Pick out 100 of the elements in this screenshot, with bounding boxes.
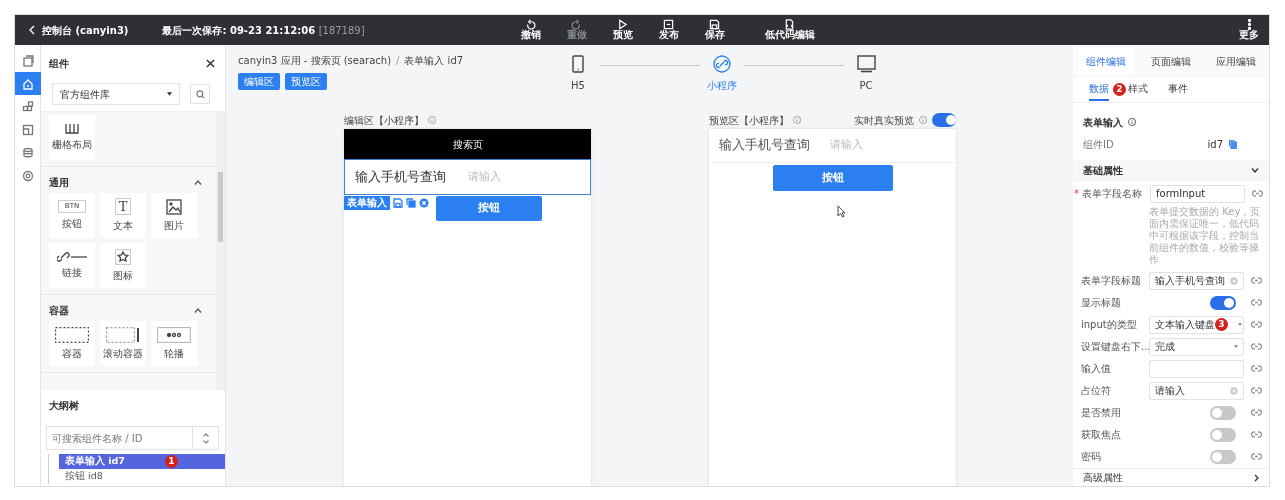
- document-icon: [784, 19, 796, 31]
- sub-tab[interactable]: 事件: [1168, 78, 1188, 102]
- section-header[interactable]: 基础属性: [1073, 159, 1269, 181]
- toggle-switch[interactable]: [1210, 449, 1236, 464]
- toggle-switch[interactable]: [932, 113, 956, 127]
- home-icon: [21, 77, 34, 90]
- component-title: 表单输入: [1083, 115, 1123, 130]
- toggle-switch[interactable]: [1210, 427, 1236, 442]
- input-field[interactable]: 请输入: [1149, 381, 1244, 400]
- mode-button[interactable]: 编辑区: [238, 73, 280, 90]
- component-tile[interactable]: 图标: [100, 243, 146, 288]
- selection-tag: 表单输入: [344, 196, 390, 210]
- save-icon[interactable]: [393, 198, 403, 208]
- breadcrumb-item[interactable]: 表单输入 id7: [404, 53, 464, 68]
- close-button[interactable]: [206, 58, 215, 68]
- section-title: 大纲树: [48, 399, 80, 413]
- tree-item[interactable]: 表单输入 id7 1: [59, 454, 225, 469]
- dashed-box-icon: [55, 326, 89, 343]
- link-icon: [56, 251, 88, 262]
- toolbar-button[interactable]: 发布: [652, 19, 685, 41]
- component-tile[interactable]: 滚动容器: [100, 321, 146, 366]
- link-icon[interactable]: [1251, 277, 1262, 285]
- component-tile[interactable]: T 文本: [100, 193, 146, 238]
- component-tile[interactable]: 图片: [151, 193, 197, 238]
- collapse-button[interactable]: [194, 179, 202, 185]
- toggle-switch[interactable]: [1210, 295, 1236, 310]
- primary-button[interactable]: 按钮: [436, 196, 542, 221]
- info-icon: [1128, 118, 1136, 127]
- primary-button[interactable]: 按钮: [772, 165, 893, 191]
- device-tab[interactable]: H5: [556, 55, 600, 93]
- next-button[interactable]: [202, 439, 209, 444]
- copy-icon[interactable]: [406, 198, 416, 208]
- panel-tab[interactable]: 页面编辑: [1143, 48, 1199, 76]
- link-icon[interactable]: [1251, 321, 1262, 329]
- device-tab[interactable]: PC: [844, 55, 888, 93]
- library-select[interactable]: 官方组件库: [52, 83, 180, 105]
- layout-icon: [21, 123, 34, 136]
- sub-tab[interactable]: 样式: [1128, 78, 1148, 102]
- text-icon: T: [114, 198, 132, 215]
- panel-tab[interactable]: 组件编辑: [1077, 48, 1134, 76]
- link-icon[interactable]: [1251, 409, 1262, 417]
- breadcrumb-item[interactable]: canyin3 应用 - 搜索页 (searach): [238, 53, 392, 68]
- search-button[interactable]: [190, 84, 210, 104]
- chevron-up-icon: [202, 432, 209, 437]
- toolbar-button[interactable]: 低代码编辑: [758, 19, 821, 41]
- toolbar-button[interactable]: 保存: [698, 19, 731, 41]
- link-icon[interactable]: [1252, 190, 1263, 198]
- search-icon: [195, 89, 205, 99]
- outline-search-field[interactable]: 可搜索组件名称 / ID: [46, 426, 193, 450]
- link-icon[interactable]: [1251, 387, 1262, 395]
- link-icon[interactable]: [1251, 431, 1262, 439]
- sub-tab[interactable]: 数据: [1089, 78, 1109, 102]
- info-icon: [793, 116, 801, 124]
- clear-icon[interactable]: [1230, 276, 1238, 285]
- redo-icon: [571, 19, 583, 31]
- mode-button[interactable]: 预览区: [285, 73, 327, 90]
- link-icon[interactable]: [1251, 453, 1262, 461]
- component-tile[interactable]: 容器: [49, 321, 95, 366]
- field-label: 组件ID: [1083, 138, 1114, 153]
- device-tab[interactable]: 小程序: [700, 55, 744, 93]
- toolbar-button[interactable]: 预览: [606, 19, 639, 41]
- previous-button[interactable]: [202, 432, 209, 437]
- select-field[interactable]: 文本输入键盘 3: [1149, 315, 1244, 334]
- back-link[interactable]: 控制台 (canyin3): [23, 21, 135, 39]
- group-title: 容器: [49, 303, 69, 318]
- toggle-switch[interactable]: [1210, 405, 1236, 420]
- more-button[interactable]: 更多: [1233, 19, 1265, 41]
- component-tile[interactable]: 轮播: [151, 321, 197, 366]
- link-circle-icon: [713, 55, 731, 73]
- link-icon[interactable]: [1251, 365, 1262, 373]
- component-tile[interactable]: 链接: [49, 243, 95, 288]
- field-label: 密码: [1081, 450, 1102, 465]
- input-field[interactable]: 输入手机号查询: [1149, 271, 1244, 290]
- component-tile[interactable]: 栅格布局: [49, 115, 95, 160]
- sidebar-tab[interactable]: [15, 72, 41, 95]
- scrollbar[interactable]: [216, 112, 225, 390]
- clear-icon[interactable]: [1230, 386, 1238, 395]
- close-circle-icon[interactable]: [419, 198, 429, 208]
- collapse-button[interactable]: [194, 307, 202, 313]
- pages-icon: [21, 54, 34, 67]
- copy-icon[interactable]: [1229, 140, 1237, 150]
- tree-item[interactable]: 按钮 id8: [59, 469, 225, 484]
- link-icon[interactable]: [1251, 299, 1262, 307]
- database-icon: [21, 146, 34, 159]
- input-field[interactable]: [1149, 359, 1244, 378]
- live-preview-label: 实时真实预览: [854, 113, 914, 128]
- input-field[interactable]: formInput: [1150, 184, 1245, 203]
- toolbar-button[interactable]: 撤销: [514, 19, 547, 41]
- step-badge: 3: [1215, 318, 1228, 332]
- info-icon: [428, 116, 436, 124]
- step-badge: 1: [165, 455, 178, 468]
- chevron-down-icon: [1251, 167, 1259, 173]
- field-label: 获取焦点: [1081, 428, 1122, 443]
- panel-tab[interactable]: 应用编辑: [1208, 48, 1265, 76]
- select-field[interactable]: 完成: [1149, 337, 1244, 356]
- section-header[interactable]: 高级属性: [1073, 468, 1269, 486]
- form-input-field[interactable]: 输入手机号查询 请输入: [709, 129, 956, 163]
- form-input-field[interactable]: 输入手机号查询 请输入: [344, 159, 591, 195]
- link-icon[interactable]: [1251, 343, 1262, 351]
- close-icon: [206, 58, 215, 68]
